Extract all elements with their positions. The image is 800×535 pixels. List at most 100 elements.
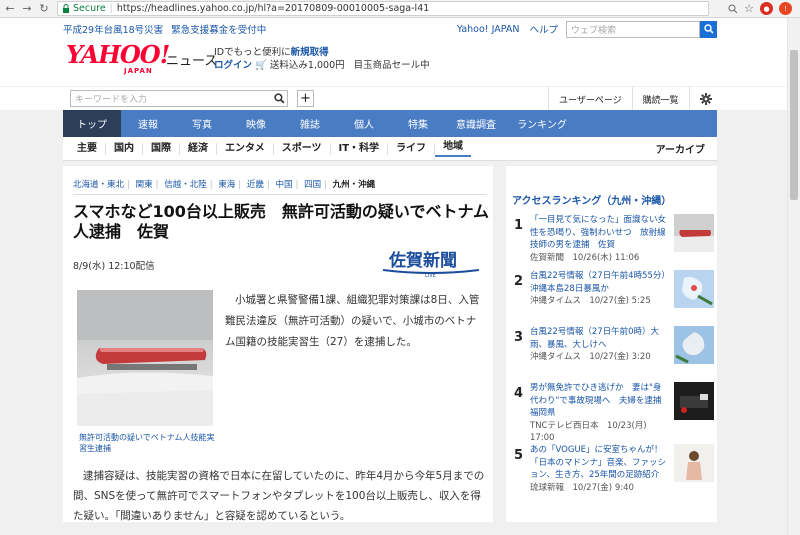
cat-it-science[interactable]: IT・科学	[331, 142, 389, 155]
region-chugoku[interactable]: 中国	[275, 180, 292, 190]
cat-entertainment[interactable]: エンタメ	[217, 142, 274, 155]
gear-icon	[699, 93, 712, 105]
nav-individual[interactable]: 個人	[337, 110, 391, 137]
region-kyushu-okinawa[interactable]: 九州・沖縄	[333, 180, 376, 190]
photo-caption[interactable]: 無許可活動の疑いでベトナム人技能実習生逮捕	[79, 432, 215, 454]
article-date: 8/9(水) 12:10配信	[73, 261, 155, 272]
page-scrollbar[interactable]	[787, 18, 800, 535]
url-divider: |	[109, 3, 113, 14]
rank-number: 4	[514, 386, 524, 401]
region-kanto[interactable]: 関東	[136, 180, 153, 190]
scrollbar-thumb[interactable]	[790, 50, 798, 200]
web-search-input[interactable]: ウェブ検索	[566, 20, 700, 38]
reload-icon[interactable]: ↻	[37, 2, 51, 16]
news-label[interactable]: ニュース	[166, 50, 217, 69]
police-light-image	[77, 290, 213, 426]
cat-main[interactable]: 主要	[63, 142, 106, 155]
yahoo-logo[interactable]: YAHOO!	[66, 43, 170, 67]
disaster-link[interactable]: 平成29年台風18号災害	[63, 22, 163, 36]
rank-title[interactable]: あの「VOGUE」に安室ちゃんが！「日本のマドンナ」音楽、ファッション、生き方、…	[530, 445, 666, 480]
article-column: 北海道・東北 | 関東 | 信越・北陸 | 東海 | 近畿 | 中国 | 四国 | 九州・沖縄…	[63, 166, 493, 522]
shipping-promo[interactable]: 送料込み1,000円	[270, 60, 345, 71]
cat-domestic[interactable]: 国内	[106, 142, 143, 155]
nav-breaking[interactable]: 速報	[121, 110, 175, 137]
browser-toolbar: ← → ↻ Secure | https://headlines.yahoo.c…	[0, 0, 800, 18]
performer-thumb	[674, 444, 714, 482]
lock-icon	[63, 4, 69, 13]
source-logo-sub: LIVE	[425, 273, 436, 279]
read-list-link[interactable]: 購読一覧	[631, 87, 689, 111]
url-text: https://headlines.yahoo.co.jp/hl?a=20170…	[116, 3, 430, 14]
rank-title[interactable]: 「一目見て気になった」面識ない女性を恐喝り、強制わいせつ 放射線技師の男を逮捕 …	[530, 215, 666, 250]
nav-video[interactable]: 映像	[229, 110, 283, 137]
yahoo-japan-link[interactable]: Yahoo! JAPAN	[457, 24, 520, 35]
register-link[interactable]: 新規取得	[291, 47, 329, 58]
page: 平成29年台風18号災害 緊急支援募金を受付中 Yahoo! JAPAN ヘルプ…	[0, 18, 800, 535]
rank-title[interactable]: 男が無免許でひき逃げか 妻は"身代わり"で事故現場へ 夫婦を逮捕 福岡県	[530, 383, 670, 418]
rank-thumbnail[interactable]	[674, 382, 714, 420]
category-nav: 主要 国内 国際 経済 エンタメ スポーツ IT・科学 ライフ 地域 アーカイブ	[63, 137, 717, 161]
ranking-item[interactable]: 4 男が無免許でひき逃げか 妻は"身代わり"で事故現場へ 夫婦を逮捕 福岡県 TN…	[506, 380, 717, 443]
ranking-item[interactable]: 1 「一目見て気になった」面識ない女性を恐喝り、強制わいせつ 放射線技師の男を逮…	[506, 212, 717, 263]
nav-feature[interactable]: 特集	[391, 110, 445, 137]
keyword-search-button[interactable]	[270, 90, 288, 107]
rank-thumbnail[interactable]	[674, 326, 714, 364]
rank-thumbnail[interactable]	[674, 444, 714, 482]
extension-icon[interactable]: ●	[760, 2, 773, 15]
region-shinetsu-hokuriku[interactable]: 信越・北陸	[164, 180, 207, 190]
region-nav: 北海道・東北 | 関東 | 信越・北陸 | 東海 | 近畿 | 中国 | 四国 | 九州・沖縄	[73, 180, 376, 190]
weather-map-thumb	[674, 326, 714, 364]
donation-link[interactable]: 緊急支援募金を受付中	[171, 22, 266, 36]
rank-source: TNCテレビ西日本 10/23(月) 17:00	[530, 420, 647, 444]
login-link[interactable]: ログイン	[214, 60, 252, 71]
star-icon[interactable]: ☆	[744, 2, 754, 15]
ranking-title: アクセスランキング（九州・沖縄）	[512, 196, 672, 207]
nav-top[interactable]: トップ	[63, 110, 121, 137]
cat-economy[interactable]: 経済	[180, 142, 217, 155]
help-link[interactable]: ヘルプ	[529, 22, 558, 36]
rank-number: 1	[514, 218, 524, 233]
region-tokai[interactable]: 東海	[218, 180, 235, 190]
rank-title[interactable]: 台風22号情報（27日午前0時）大雨、暴風、大しけへ	[530, 327, 659, 350]
rank-source: 佐賀新聞 10/26(木) 11:06	[530, 252, 640, 263]
cat-international[interactable]: 国際	[143, 142, 180, 155]
ranking-item[interactable]: 5 あの「VOGUE」に安室ちゃんが！「日本のマドンナ」音楽、ファッション、生き…	[506, 442, 717, 493]
rank-thumbnail[interactable]	[674, 214, 714, 252]
user-page-link[interactable]: ユーザーページ	[548, 87, 632, 111]
toolbar-right: ユーザーページ 購読一覧	[548, 87, 722, 111]
cat-local[interactable]: 地域	[435, 141, 472, 157]
address-bar[interactable]: Secure | https://headlines.yahoo.co.jp/h…	[57, 1, 709, 16]
sale-promo[interactable]: 目玉商品セール中	[354, 60, 430, 71]
add-button[interactable]: +	[297, 90, 314, 107]
secure-indicator: Secure	[62, 3, 106, 14]
archive-link[interactable]: アーカイブ	[656, 141, 717, 156]
region-shikoku[interactable]: 四国	[304, 180, 321, 190]
zoom-icon[interactable]	[728, 4, 738, 14]
article-photo[interactable]	[77, 290, 213, 426]
rank-thumbnail[interactable]	[674, 270, 714, 308]
nav-photo[interactable]: 写真	[175, 110, 229, 137]
web-search-button[interactable]	[700, 20, 717, 38]
search-icon	[273, 93, 285, 104]
settings-button[interactable]	[688, 87, 722, 111]
cat-life[interactable]: ライフ	[388, 142, 436, 155]
ranking-item[interactable]: 2 台風22号情報（27日午前4時55分）沖縄本島28日暴風か 沖縄タイムス 10…	[506, 268, 717, 318]
secure-label: Secure	[73, 3, 106, 14]
keyword-input[interactable]: キーワードを入力	[70, 90, 288, 107]
rank-title[interactable]: 台風22号情報（27日午前4時55分）沖縄本島28日暴風か	[530, 271, 666, 294]
extension-alert-icon[interactable]: !	[779, 2, 792, 15]
nav-survey[interactable]: 意識調査	[445, 110, 507, 137]
cat-sports[interactable]: スポーツ	[274, 142, 331, 155]
promo-text: IDでもっと便利に	[214, 47, 291, 58]
nav-ranking[interactable]: ランキング	[507, 110, 577, 137]
back-icon[interactable]: ←	[3, 2, 17, 16]
nav-magazine[interactable]: 雑誌	[283, 110, 337, 137]
saga-shimbun-logo[interactable]: 佐賀新聞 LIVE	[381, 246, 481, 280]
news-toolbar: キーワードを入力 + ユーザーページ 購読一覧	[0, 86, 800, 111]
region-hokkaido-tohoku[interactable]: 北海道・東北	[73, 180, 124, 190]
region-kinki[interactable]: 近畿	[247, 180, 264, 190]
forward-icon[interactable]: →	[20, 2, 34, 16]
divider	[73, 194, 487, 195]
typhoon-map-thumb	[674, 270, 714, 308]
ranking-item[interactable]: 3 台風22号情報（27日午前0時）大雨、暴風、大しけへ 沖縄タイムス 10/27…	[506, 324, 717, 374]
